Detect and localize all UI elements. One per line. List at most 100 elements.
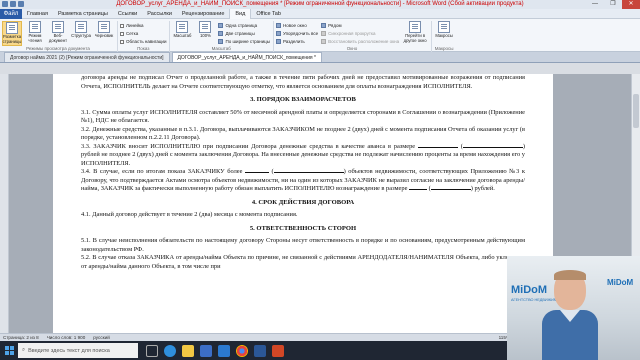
new-window-button[interactable]: Новое окно xyxy=(275,22,318,29)
magnifier-icon xyxy=(176,21,189,33)
heading-5: 5. ОТВЕТСТВЕННОСТЬ СТОРОН xyxy=(249,224,357,232)
search-placeholder: Введите здесь текст для поиска xyxy=(28,347,110,354)
page-width-button[interactable]: По ширине страницы xyxy=(218,38,270,45)
edge-icon[interactable] xyxy=(164,344,176,357)
group-window: Новое окно Упорядочить все Разделить Ряд… xyxy=(275,21,433,52)
task-view-icon[interactable] xyxy=(146,344,158,357)
side-by-side-button[interactable]: Рядом xyxy=(321,22,399,29)
one-page-icon xyxy=(218,23,224,28)
one-page-button[interactable]: Одна страница xyxy=(218,22,270,29)
ribbon: Разметка страницы Режим чтения Веб-докум… xyxy=(0,19,640,52)
mail-icon[interactable] xyxy=(218,344,230,357)
vertical-ruler xyxy=(0,74,9,333)
windows-icon xyxy=(4,346,14,355)
page-count[interactable]: Страница: 2 из 8 xyxy=(3,335,39,340)
outline-button[interactable]: Структура xyxy=(71,21,91,46)
book-icon xyxy=(29,21,41,33)
maximize-button[interactable]: ❐ xyxy=(604,0,622,9)
group-macros: Макросы Макросы xyxy=(434,21,457,52)
web-layout-button[interactable]: Веб-документ xyxy=(48,21,68,46)
tab-office-tab[interactable]: Office Tab xyxy=(251,9,286,19)
zoom-100-button[interactable]: 100% xyxy=(195,21,215,46)
group-document-views: Разметка страницы Режим чтения Веб-докум… xyxy=(2,21,118,52)
tab-review[interactable]: Рецензирование xyxy=(177,9,229,19)
switch-windows-button[interactable]: Перейти в другое окно xyxy=(402,21,428,46)
group-label: Масштаб xyxy=(211,46,231,51)
word-count[interactable]: Число слов: 1 900 xyxy=(47,335,86,340)
tab-view[interactable]: Вид xyxy=(229,8,252,19)
globe-icon xyxy=(52,21,64,33)
group-show: Линейка Сетка Область навигации Показ xyxy=(120,21,171,52)
document-page[interactable]: договора аренды не подписал Отчет о прод… xyxy=(53,74,553,333)
arrange-icon xyxy=(275,31,281,36)
heading-4: 4. СРОК ДЕЙСТВИЯ ДОГОВОРА xyxy=(251,198,355,206)
zoom-100-icon xyxy=(199,21,212,33)
arrange-all-button[interactable]: Упорядочить все xyxy=(275,30,318,37)
scrollbar-thumb[interactable] xyxy=(633,94,639,128)
print-layout-button[interactable]: Разметка страницы xyxy=(2,21,22,46)
two-pages-icon xyxy=(218,31,224,36)
taskbar-apps xyxy=(146,344,284,357)
group-label: Макросы xyxy=(434,46,454,51)
window-controls: — ❐ ✕ xyxy=(586,0,640,9)
reset-window-icon xyxy=(321,39,327,44)
webcam-overlay: MiDoM АГЕНТСТВО НЕДВИЖИМОСТИ MiDoM xyxy=(507,256,640,360)
group-label: Режимы просмотра документа xyxy=(26,46,90,51)
page-width-icon xyxy=(218,39,224,44)
document-tabs: Договор найма 2021 (2) [Режим ограниченн… xyxy=(0,52,640,63)
start-button[interactable] xyxy=(0,341,18,360)
outline-icon xyxy=(75,21,87,33)
taskbar-search[interactable]: ⌕ Введите здесь текст для поиска xyxy=(18,343,138,358)
navigation-pane-checkbox[interactable]: Область навигации xyxy=(120,38,166,45)
draft-button[interactable]: Черновик xyxy=(94,21,114,46)
paragraph-3-1: 3.1. Сумма оплаты услуг ИСПОЛНИТЕЛЯ сост… xyxy=(81,108,525,125)
macros-button[interactable]: Макросы xyxy=(434,21,454,46)
tab-page-layout[interactable]: Разметка страницы xyxy=(53,9,113,19)
tab-mailings[interactable]: Рассылки xyxy=(142,9,177,19)
chrome-icon[interactable] xyxy=(236,344,248,357)
sync-scroll-icon xyxy=(321,31,327,36)
sync-scroll-button[interactable]: Синхронная прокрутка xyxy=(321,30,399,37)
powerpoint-icon[interactable] xyxy=(272,344,284,357)
paragraph-3-4: 3.4. В случае, если по итогам показа ЗАК… xyxy=(81,168,525,192)
macros-icon xyxy=(438,21,451,33)
draft-icon xyxy=(98,21,110,33)
redo-icon[interactable] xyxy=(18,1,24,7)
presenter xyxy=(542,270,598,360)
blank-field xyxy=(462,146,523,148)
two-pages-button[interactable]: Две страницы xyxy=(218,30,270,37)
ruler-checkbox[interactable]: Линейка xyxy=(120,22,166,29)
minimize-button[interactable]: — xyxy=(586,0,604,9)
tab-file[interactable]: Файл xyxy=(0,8,22,19)
blank-field xyxy=(417,146,458,148)
zoom-button[interactable]: Масштаб xyxy=(172,21,192,46)
doc-tab-2[interactable]: ДОГОВОР_услуг_АРЕНДА_и_НАЙМ_ПОИСК_помеще… xyxy=(171,52,322,62)
search-icon: ⌕ xyxy=(22,347,26,353)
doc-tab-1[interactable]: Договор найма 2021 (2) [Режим ограниченн… xyxy=(4,52,170,62)
word-icon[interactable] xyxy=(254,344,266,357)
explorer-icon[interactable] xyxy=(182,344,194,357)
split-button[interactable]: Разделить xyxy=(275,38,318,45)
blank-field xyxy=(273,172,344,173)
window-title: ДОГОВОР_услуг_АРЕНДА_и_НАЙМ_ПОИСК_помеще… xyxy=(116,1,524,7)
paragraph-3-3: 3.3. ЗАКАЗЧИК вносит ИСПОЛНИТЕЛЮ при под… xyxy=(81,142,525,167)
reset-window-position-button[interactable]: Восстановить расположение окна xyxy=(321,38,399,45)
paragraph-5-1: 5.1. В случае неисполнения обязательств … xyxy=(81,237,525,253)
save-icon[interactable] xyxy=(2,1,8,7)
ribbon-tabs: Файл Главная Разметка страницы Ссылки Ра… xyxy=(0,8,640,19)
language[interactable]: русский xyxy=(93,335,109,340)
gridlines-checkbox[interactable]: Сетка xyxy=(120,30,166,37)
tab-references[interactable]: Ссылки xyxy=(113,9,142,19)
company-logo-right: MiDoM xyxy=(607,278,634,287)
blank-field xyxy=(244,172,269,173)
tab-home[interactable]: Главная xyxy=(22,9,53,19)
new-window-icon xyxy=(275,23,281,28)
page-icon xyxy=(6,22,18,34)
undo-icon[interactable] xyxy=(10,1,16,7)
blank-field xyxy=(430,189,471,190)
heading-3: 3. ПОРЯДОК ВЗАИМОРАСЧЕТОВ xyxy=(250,96,356,103)
store-icon[interactable] xyxy=(200,344,212,357)
quick-access-toolbar xyxy=(2,1,24,7)
close-button[interactable]: ✕ xyxy=(622,0,640,9)
reading-mode-button[interactable]: Режим чтения xyxy=(25,21,45,46)
